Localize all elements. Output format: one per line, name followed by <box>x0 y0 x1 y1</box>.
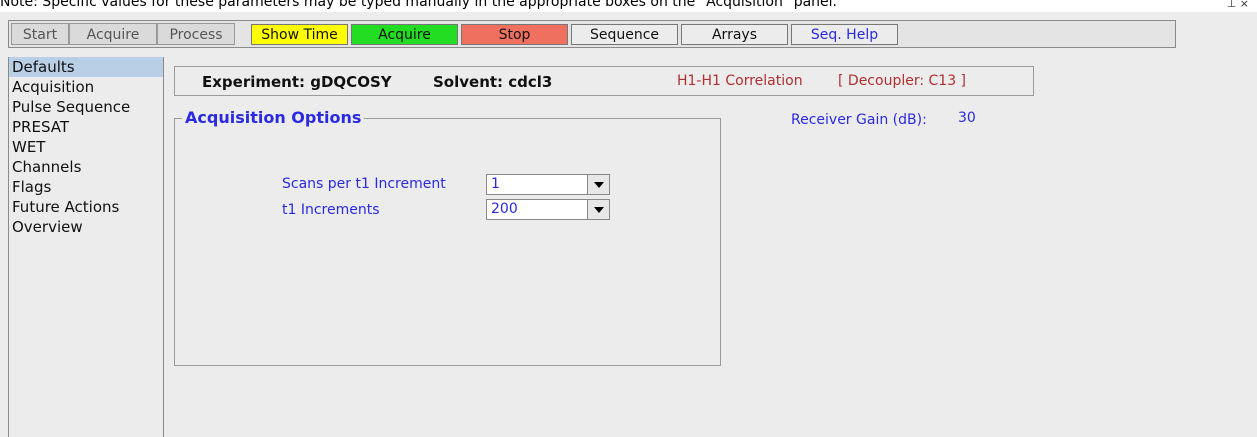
arrays-button[interactable]: Arrays <box>681 24 788 45</box>
receiver-gain-value: 30 <box>958 110 976 126</box>
decoupler-label: [ Decoupler: C13 ] <box>838 73 967 89</box>
scans-per-t1-value: 1 <box>491 176 500 192</box>
sidebar-item-future-actions[interactable]: Future Actions <box>9 197 163 217</box>
seq-help-button[interactable]: Seq. Help <box>791 24 898 45</box>
window-controls[interactable]: ⊥ × <box>1224 0 1251 10</box>
acquisition-options-group <box>174 118 721 366</box>
sidebar-item-presat[interactable]: PRESAT <box>9 117 163 137</box>
sidebar-item-wet[interactable]: WET <box>9 137 163 157</box>
sidebar-item-acquisition[interactable]: Acquisition <box>9 77 163 97</box>
sidebar-item-pulse-sequence[interactable]: Pulse Sequence <box>9 97 163 117</box>
sidebar-item-flags[interactable]: Flags <box>9 177 163 197</box>
sidebar-item-overview[interactable]: Overview <box>9 217 163 237</box>
tab-acquire[interactable]: Acquire <box>69 23 157 45</box>
instruction-note: Note: Specific values for these paramete… <box>0 0 1257 12</box>
chevron-down-icon[interactable] <box>587 200 609 219</box>
toolbar: Start Acquire Process Show Time Acquire … <box>8 20 1176 48</box>
sequence-button[interactable]: Sequence <box>571 24 678 45</box>
experiment-info-box: Experiment: gDQCOSY Solvent: cdcl3 H1-H1… <box>174 66 1034 96</box>
tab-start[interactable]: Start <box>11 23 69 45</box>
t1-increments-value: 200 <box>491 201 518 217</box>
acquire-button[interactable]: Acquire <box>351 24 458 45</box>
acquisition-options-title: Acquisition Options <box>182 108 365 127</box>
scans-per-t1-label: Scans per t1 Increment <box>282 176 446 192</box>
sidebar-item-defaults[interactable]: Defaults <box>9 57 163 77</box>
sidebar-item-channels[interactable]: Channels <box>9 157 163 177</box>
sidebar: Defaults Acquisition Pulse Sequence PRES… <box>8 57 164 437</box>
show-time-button[interactable]: Show Time <box>251 24 348 45</box>
scans-per-t1-select[interactable]: 1 <box>486 174 610 195</box>
chevron-down-icon[interactable] <box>587 175 609 194</box>
correlation-label: H1-H1 Correlation <box>677 73 803 89</box>
solvent-label: Solvent: cdcl3 <box>433 73 553 91</box>
stop-button[interactable]: Stop <box>461 24 568 45</box>
t1-increments-label: t1 Increments <box>282 202 380 218</box>
t1-increments-select[interactable]: 200 <box>486 199 610 220</box>
tab-process[interactable]: Process <box>157 23 235 45</box>
experiment-label: Experiment: gDQCOSY <box>202 73 392 91</box>
receiver-gain-label: Receiver Gain (dB): <box>791 112 927 128</box>
